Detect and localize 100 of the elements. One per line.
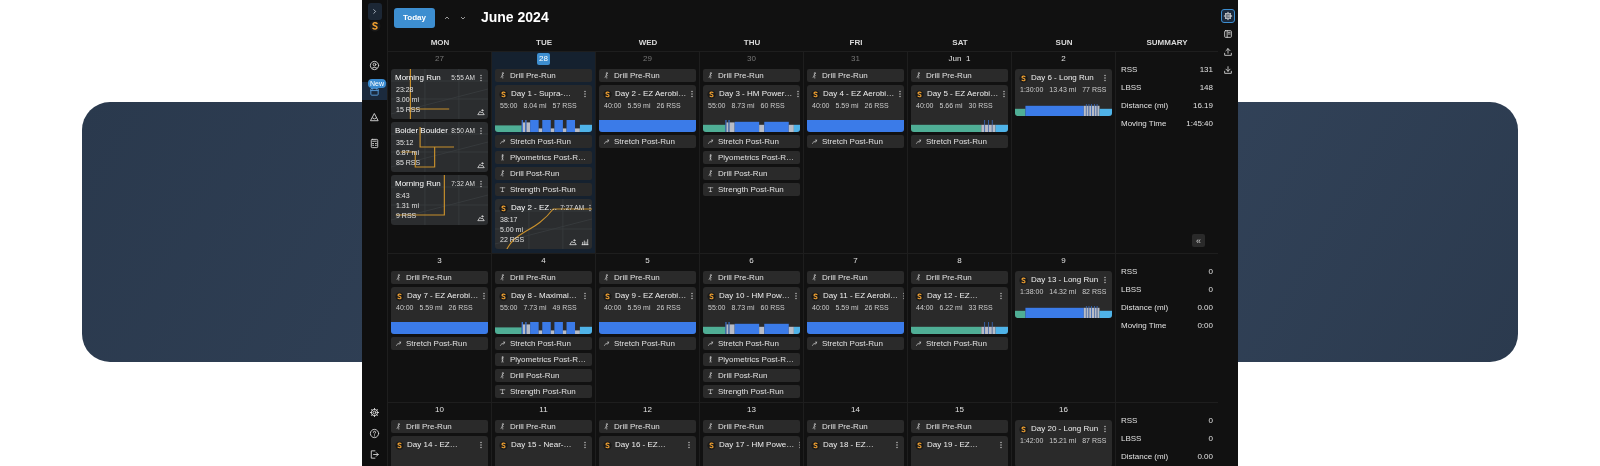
task-row[interactable]: Drill Pre-Run xyxy=(703,420,800,433)
strength-icon xyxy=(707,388,714,395)
more-icon[interactable] xyxy=(795,90,800,98)
task-row[interactable]: Strength Post-Run xyxy=(495,183,592,196)
workout-card[interactable]: Day 15 - Near-… xyxy=(495,436,592,466)
task-row[interactable]: Stretch Post-Run xyxy=(599,337,696,350)
summary-label: RSS xyxy=(1121,266,1138,278)
task-row[interactable]: Drill Pre-Run xyxy=(599,420,696,433)
task-row[interactable]: Drill Pre-Run xyxy=(599,69,696,82)
task-row[interactable]: Drill Pre-Run xyxy=(911,271,1008,284)
more-icon[interactable] xyxy=(689,292,696,300)
collapse-button[interactable]: « xyxy=(1192,234,1205,247)
more-icon[interactable] xyxy=(478,127,484,135)
more-icon[interactable] xyxy=(478,441,484,449)
task-row[interactable]: Drill Pre-Run xyxy=(911,420,1008,433)
help-icon[interactable] xyxy=(369,428,380,439)
more-icon[interactable] xyxy=(998,292,1004,300)
task-row[interactable]: Drill Pre-Run xyxy=(807,69,904,82)
more-icon[interactable] xyxy=(478,180,484,188)
task-row[interactable]: Drill Pre-Run xyxy=(495,271,592,284)
task-row[interactable]: Drill Pre-Run xyxy=(599,271,696,284)
task-row[interactable]: Drill Post-Run xyxy=(495,167,592,180)
task-row[interactable]: Strength Post-Run xyxy=(495,385,592,398)
settings-icon[interactable] xyxy=(369,407,380,418)
summary-value: 1:45:40 xyxy=(1186,118,1213,130)
toolbar-button[interactable] xyxy=(1221,27,1235,41)
workout-title: Day 15 - Near-… xyxy=(511,439,573,451)
task-row[interactable]: Drill Pre-Run xyxy=(807,420,904,433)
workout-card[interactable]: Day 17 - HM Powe… xyxy=(703,436,800,466)
task-row[interactable]: Drill Pre-Run xyxy=(807,271,904,284)
today-button[interactable]: Today xyxy=(394,7,435,28)
more-icon[interactable] xyxy=(689,90,696,98)
runner-icon xyxy=(499,372,506,379)
more-icon[interactable] xyxy=(894,441,900,449)
more-icon[interactable] xyxy=(998,441,1004,449)
toolbar-button[interactable] xyxy=(1221,45,1235,59)
more-icon[interactable] xyxy=(686,441,692,449)
summary-value: 148 xyxy=(1199,82,1213,94)
summary-value: 0 xyxy=(1208,284,1213,296)
date-label: 15 xyxy=(955,404,964,416)
calculator-icon xyxy=(369,137,380,149)
logout-icon[interactable] xyxy=(369,449,380,460)
runner-icon xyxy=(499,274,506,281)
task-row[interactable]: Drill Pre-Run xyxy=(495,420,592,433)
task-row[interactable]: Drill Pre-Run xyxy=(495,69,592,82)
task-row[interactable]: Drill Post-Run xyxy=(495,369,592,382)
toolbar-button[interactable] xyxy=(1221,9,1235,23)
task-row[interactable]: Stretch Post-Run xyxy=(703,135,800,148)
workout-card[interactable]: Day 18 - EZ… xyxy=(807,436,904,466)
task-row[interactable]: Stretch Post-Run xyxy=(495,135,592,148)
logo-icon xyxy=(915,440,924,450)
more-icon[interactable] xyxy=(1102,74,1108,82)
more-icon[interactable] xyxy=(897,90,904,98)
stretch-icon xyxy=(395,340,402,347)
task-row[interactable]: Drill Pre-Run xyxy=(391,420,488,433)
task-row[interactable]: Drill Pre-Run xyxy=(703,271,800,284)
workout-card[interactable]: Day 19 - EZ… xyxy=(911,436,1008,466)
runner-icon xyxy=(603,72,610,79)
workout-card[interactable]: Day 16 - EZ… xyxy=(599,436,696,466)
task-row[interactable]: Stretch Post-Run xyxy=(807,337,904,350)
more-icon[interactable] xyxy=(792,292,799,300)
task-row[interactable]: Drill Pre-Run xyxy=(911,69,1008,82)
task-row[interactable]: Stretch Post-Run xyxy=(807,135,904,148)
logo-icon xyxy=(395,440,404,450)
task-row[interactable]: Stretch Post-Run xyxy=(391,337,488,350)
more-icon[interactable] xyxy=(582,441,588,449)
task-row[interactable]: Drill Pre-Run xyxy=(391,271,488,284)
task-row[interactable]: Drill Post-Run xyxy=(703,167,800,180)
workout-card[interactable]: Day 14 - EZ… xyxy=(391,436,488,466)
task-row[interactable]: Plyometrics Post-R… xyxy=(703,151,800,164)
task-row[interactable]: Strength Post-Run xyxy=(703,183,800,196)
more-icon[interactable] xyxy=(1001,90,1008,98)
logo-icon xyxy=(1019,424,1028,434)
stretch-icon xyxy=(603,340,610,347)
toolbar-button[interactable] xyxy=(1221,63,1235,77)
task-row[interactable]: Stretch Post-Run xyxy=(599,135,696,148)
task-label: Drill Post-Run xyxy=(510,369,560,382)
task-row[interactable]: Drill Post-Run xyxy=(703,369,800,382)
more-icon[interactable] xyxy=(1102,425,1108,433)
task-row[interactable]: Stretch Post-Run xyxy=(495,337,592,350)
task-row[interactable]: Plyometrics Post-R… xyxy=(495,151,592,164)
workout-title: Day 13 - Long Run xyxy=(1031,274,1099,286)
task-row[interactable]: Plyometrics Post-R… xyxy=(703,353,800,366)
task-row[interactable]: Stretch Post-Run xyxy=(703,337,800,350)
more-icon[interactable] xyxy=(478,74,484,82)
more-icon[interactable] xyxy=(587,204,592,212)
task-row[interactable]: Stretch Post-Run xyxy=(911,337,1008,350)
month-title: June 2024 xyxy=(480,8,549,27)
more-icon[interactable] xyxy=(582,90,588,98)
task-row[interactable]: Plyometrics Post-R… xyxy=(495,353,592,366)
task-row[interactable]: Drill Pre-Run xyxy=(703,69,800,82)
calendar-icon xyxy=(369,85,380,97)
stretch-icon xyxy=(707,340,714,347)
task-row[interactable]: Stretch Post-Run xyxy=(911,135,1008,148)
task-row[interactable]: Strength Post-Run xyxy=(703,385,800,398)
date-label: 13 xyxy=(747,404,756,416)
more-icon[interactable] xyxy=(481,292,488,300)
more-icon[interactable] xyxy=(1102,276,1108,284)
more-icon[interactable] xyxy=(582,292,588,300)
task-label: Drill Post-Run xyxy=(718,167,768,180)
